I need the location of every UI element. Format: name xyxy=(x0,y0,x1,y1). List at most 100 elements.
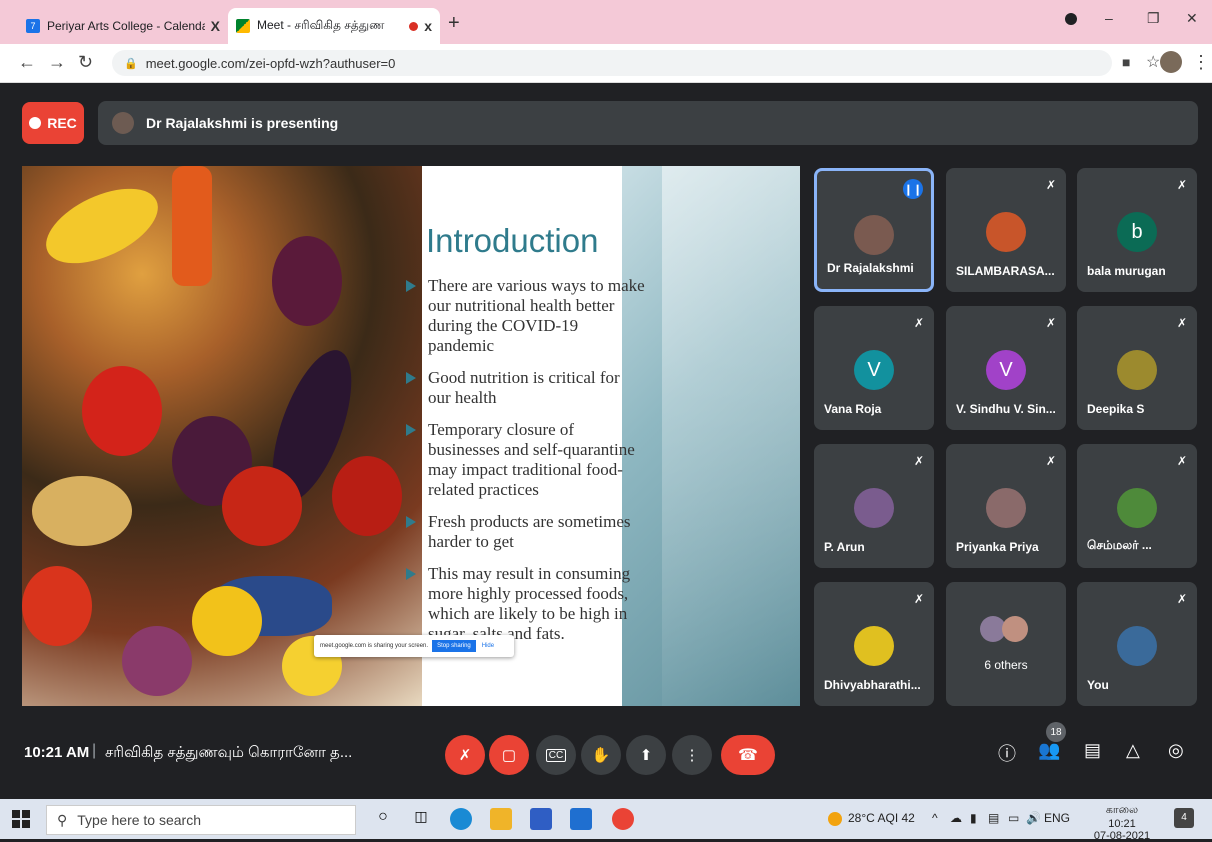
chat-icon[interactable]: ▤ xyxy=(1084,740,1101,761)
windows-start-icon[interactable] xyxy=(12,810,30,828)
network-icon[interactable]: ☁ xyxy=(950,811,962,825)
mic-icon[interactable]: ▮ xyxy=(970,811,977,825)
avatar xyxy=(854,488,894,528)
display-icon[interactable]: ▤ xyxy=(988,811,999,825)
bullet-arrow-icon xyxy=(406,280,416,292)
present-icon: ⬆ xyxy=(639,747,653,764)
address-bar[interactable]: 🔒 meet.google.com/zei-opfd-wzh?authuser=… xyxy=(112,50,1112,76)
profile-dot-icon[interactable] xyxy=(1065,12,1077,28)
clock-time: காலை 10:21 xyxy=(1105,804,1139,830)
stop-sharing-button[interactable]: Stop sharing xyxy=(432,640,476,652)
bullet-item: Temporary closure of businesses and self… xyxy=(406,420,646,500)
mic-off-icon: ✗ xyxy=(1045,454,1056,468)
lock-icon: 🔒 xyxy=(124,57,138,70)
start-tile xyxy=(22,810,30,818)
back-icon[interactable]: ← xyxy=(18,52,36,73)
present-button[interactable]: ⬆ xyxy=(626,735,666,775)
close-tab-icon[interactable]: X xyxy=(211,18,220,34)
participant-name: You xyxy=(1087,678,1109,692)
mic-off-icon: ✗ xyxy=(1176,316,1187,330)
task-view-icon[interactable]: ◫ xyxy=(410,808,432,830)
bookmark-star-icon[interactable]: ☆ xyxy=(1146,52,1160,72)
participant-name: செம்மலர் ... xyxy=(1087,538,1152,552)
participant-tile[interactable]: ✗ செம்மலர் ... xyxy=(1077,444,1197,568)
profile-avatar[interactable] xyxy=(1160,51,1182,73)
file-explorer-icon[interactable] xyxy=(490,808,512,830)
weather-text[interactable]: 28°C AQI 42 xyxy=(848,811,915,825)
participant-tile[interactable]: ✗ Deepika S xyxy=(1077,306,1197,430)
calendar-favicon-icon: 7 xyxy=(26,19,40,33)
slide-bullets: There are various ways to make our nutri… xyxy=(406,276,646,656)
volume-icon[interactable]: 🔊 xyxy=(1026,811,1041,825)
more-options-button[interactable]: ⋮ xyxy=(672,735,712,775)
new-tab-button[interactable]: + xyxy=(448,12,460,35)
participant-name: SILAMBARASA... xyxy=(956,264,1055,278)
lemon-shape xyxy=(192,586,262,656)
bullet-text: This may result in consuming more highly… xyxy=(428,564,631,643)
bullet-item: Fresh products are sometimes harder to g… xyxy=(406,512,646,552)
bullet-item: Good nutrition is critical for our healt… xyxy=(406,368,646,408)
participant-name: Deepika S xyxy=(1087,402,1145,416)
battery-icon[interactable]: ▭ xyxy=(1008,811,1019,825)
reload-icon[interactable]: ↻ xyxy=(78,52,93,73)
participant-tile[interactable]: ✗ P. Arun xyxy=(814,444,934,568)
apple-shape xyxy=(222,466,302,546)
maximize-icon[interactable]: ❐ xyxy=(1147,10,1160,27)
participant-tile[interactable]: ✗ Dhivyabharathi... xyxy=(814,582,934,706)
participant-tile[interactable]: ✗ Priyanka Priya xyxy=(946,444,1066,568)
cortana-icon[interactable]: ○ xyxy=(372,808,394,830)
participant-tile[interactable]: ✗ V Vana Roja xyxy=(814,306,934,430)
tab-meet[interactable]: Meet - சரிவிகித சத்துண x xyxy=(228,8,440,44)
taskbar-search[interactable]: ⚲ Type here to search xyxy=(46,805,356,835)
onion-shape xyxy=(122,626,192,696)
record-icon xyxy=(29,117,42,129)
participant-name: bala murugan xyxy=(1087,264,1166,278)
mic-off-button[interactable]: ✗ xyxy=(445,735,485,775)
host-controls-icon[interactable]: ◎ xyxy=(1168,740,1184,761)
tab-calendar[interactable]: 7 Periyar Arts College - Calendar - X xyxy=(18,8,228,44)
participant-tile[interactable]: ✗ b bala murugan xyxy=(1077,168,1197,292)
mic-off-icon: ✗ xyxy=(1045,178,1056,192)
close-window-icon[interactable]: ✕ xyxy=(1186,10,1198,27)
phone-hangup-icon: ☎ xyxy=(738,747,758,764)
participant-name: Priyanka Priya xyxy=(956,540,1039,554)
mic-off-icon: ✗ xyxy=(1045,316,1056,330)
mail-icon[interactable] xyxy=(570,808,592,830)
participant-tile[interactable]: ✗ SILAMBARASA... xyxy=(946,168,1066,292)
clock[interactable]: காலை 10:21 07-08-2021 xyxy=(1092,804,1152,842)
store-icon[interactable] xyxy=(530,808,552,830)
others-tile[interactable]: 6 others xyxy=(946,582,1066,706)
info-icon[interactable]: ⓘ xyxy=(998,740,1016,766)
menu-icon[interactable]: ⋮ xyxy=(1192,52,1210,73)
raise-hand-button[interactable]: ✋ xyxy=(581,735,621,775)
close-tab-icon[interactable]: x xyxy=(424,18,432,34)
start-tile xyxy=(12,820,20,828)
participant-name: Dhivyabharathi... xyxy=(824,678,921,692)
tray-overflow-icon[interactable]: ^ xyxy=(932,811,938,825)
people-icon[interactable]: 👥 xyxy=(1038,740,1060,761)
chrome-icon[interactable] xyxy=(612,808,634,830)
participant-tile[interactable]: ❙❙ Dr Rajalakshmi xyxy=(814,168,934,292)
notification-center-icon[interactable]: 4 xyxy=(1174,808,1194,828)
language-indicator[interactable]: ENG xyxy=(1044,811,1070,825)
presentation-slide: Introduction There are various ways to m… xyxy=(22,166,800,706)
meet-favicon-icon xyxy=(236,19,250,33)
camera-off-button[interactable]: ▢ xyxy=(489,735,529,775)
self-tile[interactable]: ✗ You xyxy=(1077,582,1197,706)
presenter-avatar xyxy=(112,112,134,134)
participant-tile[interactable]: ✗ V V. Sindhu V. Sin... xyxy=(946,306,1066,430)
avatar xyxy=(1117,488,1157,528)
edge-icon[interactable] xyxy=(450,808,472,830)
forward-icon[interactable]: → xyxy=(48,52,66,73)
clock-date: 07-08-2021 xyxy=(1093,830,1151,842)
activities-icon[interactable]: △ xyxy=(1126,740,1140,761)
camera-icon[interactable]: ■ xyxy=(1122,54,1130,70)
recording-badge[interactable]: REC xyxy=(22,102,84,144)
hide-button[interactable]: Hide xyxy=(482,643,494,649)
apple-shape xyxy=(332,456,402,536)
leave-call-button[interactable]: ☎ xyxy=(721,735,775,775)
screen-share-notice: meet.google.com is sharing your screen. … xyxy=(314,635,514,657)
captions-button[interactable]: CC xyxy=(536,735,576,775)
minimize-icon[interactable]: – xyxy=(1105,10,1113,26)
mic-off-icon: ✗ xyxy=(913,592,924,606)
